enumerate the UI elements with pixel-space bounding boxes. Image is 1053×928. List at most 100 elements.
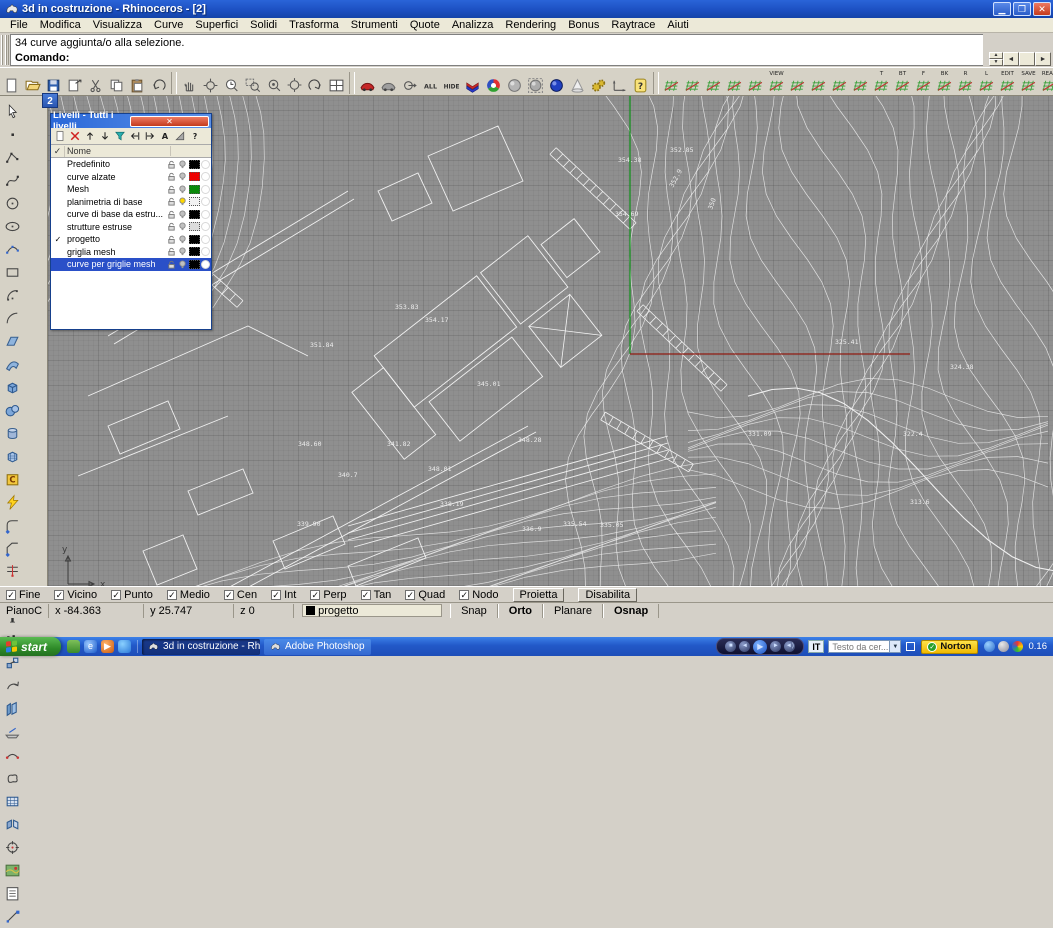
zoom-window-icon[interactable] bbox=[242, 70, 263, 94]
layer-color-swatch[interactable] bbox=[189, 235, 200, 244]
cplane-icon[interactable] bbox=[661, 70, 682, 94]
checkbox-icon[interactable]: ✓ bbox=[361, 590, 371, 600]
tool-scale[interactable] bbox=[0, 905, 47, 928]
checkbox-icon[interactable]: ✓ bbox=[405, 590, 415, 600]
menu-curve[interactable]: Curve bbox=[148, 19, 189, 31]
cplane-icon[interactable] bbox=[703, 70, 724, 94]
norton-badge[interactable]: ✓ Norton bbox=[921, 640, 977, 654]
layer-name[interactable]: Mesh bbox=[65, 184, 166, 194]
layer-color-swatch[interactable] bbox=[189, 172, 200, 181]
render-flag-icon[interactable] bbox=[462, 70, 483, 94]
tray-update-icon[interactable] bbox=[984, 641, 995, 652]
layer-material-icon[interactable] bbox=[201, 235, 210, 244]
sort-icon[interactable] bbox=[173, 129, 187, 143]
rename-icon[interactable]: A bbox=[158, 129, 172, 143]
media-stop-icon[interactable]: ■ bbox=[725, 641, 736, 652]
cplane-icon[interactable]: SAVE bbox=[1018, 70, 1039, 94]
layer-color-swatch[interactable] bbox=[189, 210, 200, 219]
layer-name[interactable]: curve per griglie mesh bbox=[65, 259, 166, 269]
command-spinner[interactable]: ▲▼ bbox=[989, 52, 1003, 66]
paste-icon[interactable] bbox=[127, 70, 148, 94]
layer-name[interactable]: strutture estruse bbox=[65, 222, 166, 232]
zoom-selected-icon[interactable] bbox=[263, 70, 284, 94]
checkbox-icon[interactable]: ✓ bbox=[111, 590, 121, 600]
render-preview-icon[interactable] bbox=[378, 70, 399, 94]
osnap-vicino[interactable]: ✓Vicino bbox=[54, 589, 97, 601]
cplane-icon[interactable]: BK bbox=[934, 70, 955, 94]
layer-name[interactable]: progetto bbox=[65, 234, 166, 244]
command-scroll-right[interactable]: ► bbox=[1035, 52, 1051, 66]
layer-color-swatch[interactable] bbox=[189, 222, 200, 231]
move-left-icon[interactable] bbox=[128, 129, 142, 143]
panel-help-icon[interactable]: ? bbox=[188, 129, 202, 143]
search-input[interactable]: Testo da cer... bbox=[828, 640, 890, 653]
tool-surface-bend[interactable] bbox=[0, 353, 24, 376]
layer-bulb-icon[interactable] bbox=[177, 234, 188, 245]
measure-icon[interactable] bbox=[609, 70, 630, 94]
taskbar-window-button[interactable]: Adobe Photoshop bbox=[264, 639, 371, 655]
layer-lock-icon[interactable] bbox=[166, 246, 177, 257]
layer-color-swatch[interactable] bbox=[189, 185, 200, 194]
media-volume-icon[interactable]: ◄) bbox=[784, 641, 795, 652]
layer-name[interactable]: Predefinito bbox=[65, 159, 166, 169]
checkbox-icon[interactable]: ✓ bbox=[459, 590, 469, 600]
delete-layer-icon[interactable] bbox=[68, 129, 82, 143]
checkbox-icon[interactable]: ✓ bbox=[167, 590, 177, 600]
layer-current-check[interactable]: ✓ bbox=[51, 235, 65, 244]
checkbox-icon[interactable]: ✓ bbox=[6, 590, 16, 600]
tool-spheres[interactable] bbox=[0, 399, 24, 422]
render-sphere-icon[interactable] bbox=[546, 70, 567, 94]
tool-ellipse[interactable] bbox=[0, 215, 24, 238]
cplane-icon[interactable] bbox=[850, 70, 871, 94]
filter-icon[interactable] bbox=[113, 129, 127, 143]
tool-polyline[interactable] bbox=[0, 146, 24, 169]
menu-analizza[interactable]: Analizza bbox=[446, 19, 500, 31]
osnap-punto[interactable]: ✓Punto bbox=[111, 589, 153, 601]
layer-row[interactable]: Predefinito bbox=[51, 158, 211, 171]
status-toggle-snap[interactable]: Snap bbox=[450, 604, 498, 618]
cplane-icon[interactable]: EDIT bbox=[997, 70, 1018, 94]
osnap-button-disabilita[interactable]: Disabilita bbox=[578, 588, 637, 602]
cplane-icon[interactable]: BT bbox=[892, 70, 913, 94]
cplane-icon[interactable] bbox=[829, 70, 850, 94]
viewport-tab[interactable]: 2 bbox=[42, 93, 58, 108]
show-desktop-icon[interactable] bbox=[67, 640, 80, 653]
media-previous-icon[interactable]: ◄ bbox=[739, 641, 750, 652]
layers-header-name[interactable]: Nome bbox=[65, 146, 171, 156]
tool-chamfer[interactable] bbox=[0, 537, 24, 560]
tool-pointer[interactable] bbox=[0, 100, 24, 123]
menu-strumenti[interactable]: Strumenti bbox=[345, 19, 404, 31]
layer-bulb-icon[interactable] bbox=[177, 196, 188, 207]
tool-arc[interactable] bbox=[0, 307, 24, 330]
export-icon[interactable] bbox=[64, 70, 85, 94]
layer-row[interactable]: strutture estruse bbox=[51, 221, 211, 234]
tool-box[interactable] bbox=[0, 376, 24, 399]
tool-panel3d[interactable] bbox=[0, 698, 47, 721]
move-up-icon[interactable] bbox=[83, 129, 97, 143]
layer-lock-icon[interactable] bbox=[166, 209, 177, 220]
tray-color-icon[interactable] bbox=[1012, 641, 1023, 652]
save-icon[interactable] bbox=[43, 70, 64, 94]
zoom-extents-icon[interactable] bbox=[284, 70, 305, 94]
checkbox-icon[interactable]: ✓ bbox=[310, 590, 320, 600]
options-gears-icon[interactable] bbox=[588, 70, 609, 94]
layer-color-swatch[interactable] bbox=[189, 160, 200, 169]
tool-notes[interactable] bbox=[0, 882, 47, 905]
internet-explorer-icon[interactable]: e bbox=[84, 640, 97, 653]
cplane-icon[interactable] bbox=[745, 70, 766, 94]
osnap-nodo[interactable]: ✓Nodo bbox=[459, 589, 498, 601]
tool-trim[interactable] bbox=[0, 560, 24, 583]
osnap-int[interactable]: ✓Int bbox=[271, 589, 296, 601]
restore-view-icon[interactable] bbox=[305, 70, 326, 94]
cplane-icon[interactable] bbox=[724, 70, 745, 94]
layer-bulb-icon[interactable] bbox=[177, 221, 188, 232]
layers-panel-titlebar[interactable]: Livelli - Tutti i livelli ✕ bbox=[51, 114, 211, 128]
cone-icon[interactable] bbox=[567, 70, 588, 94]
layer-lock-icon[interactable] bbox=[166, 159, 177, 170]
layer-row[interactable]: griglia mesh bbox=[51, 246, 211, 259]
current-layer-chip[interactable]: progetto bbox=[302, 604, 442, 617]
layer-material-icon[interactable] bbox=[201, 160, 210, 169]
messenger-icon[interactable] bbox=[118, 640, 131, 653]
layer-lock-icon[interactable] bbox=[166, 184, 177, 195]
layer-color-swatch[interactable] bbox=[189, 247, 200, 256]
